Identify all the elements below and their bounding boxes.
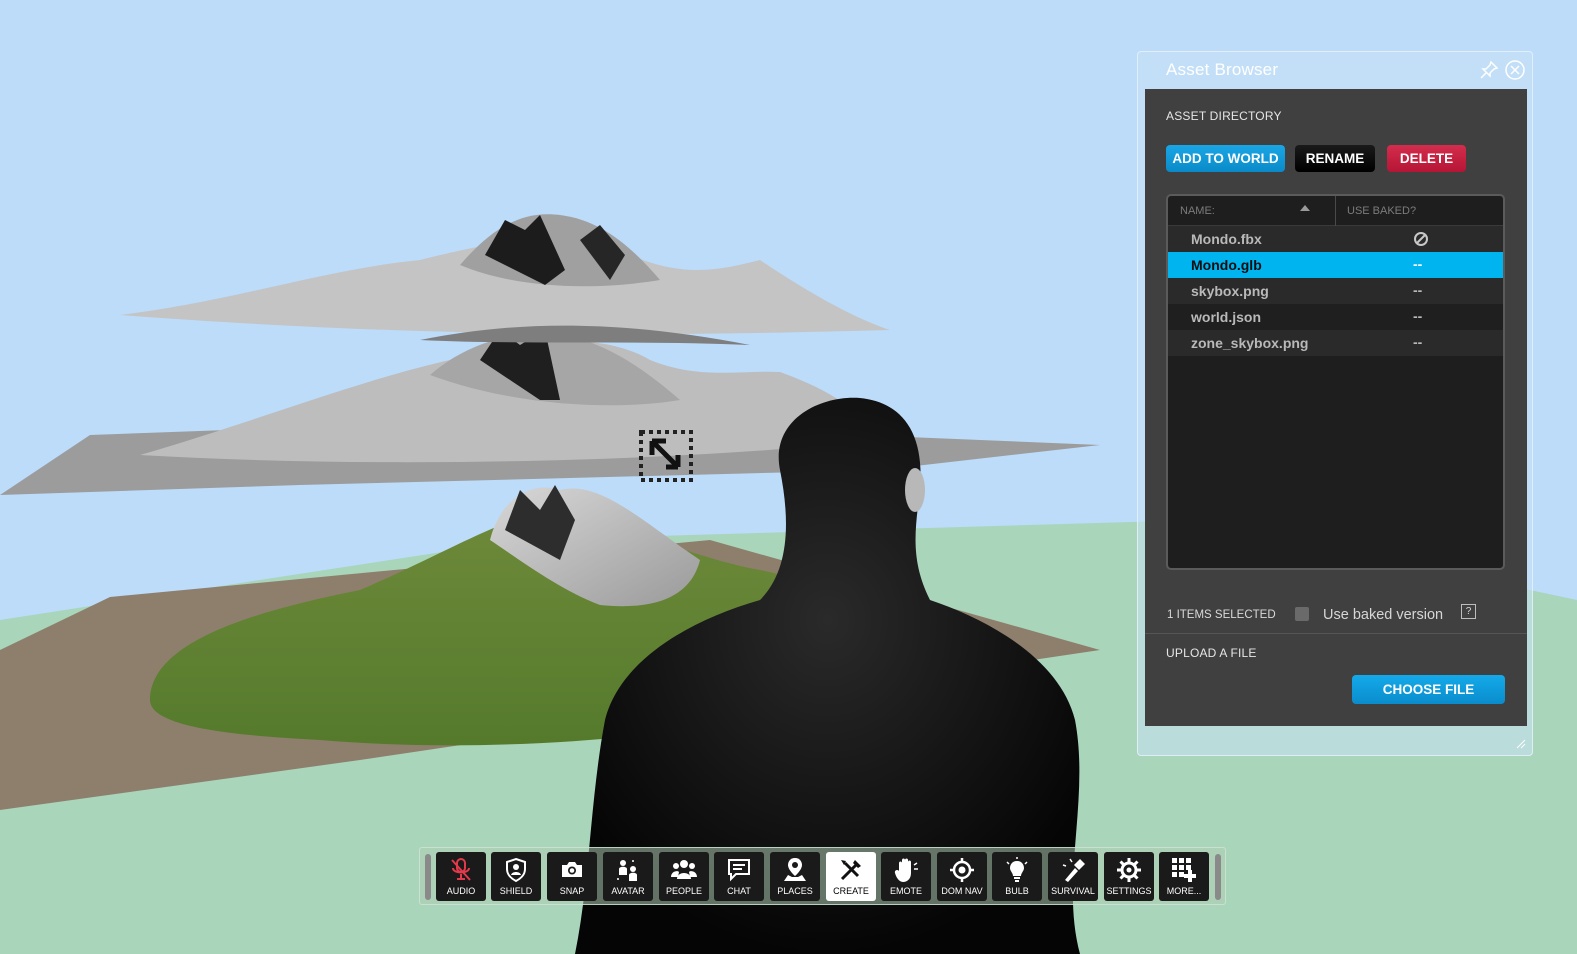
row-use-baked: -- <box>1413 308 1423 324</box>
avatar-icon <box>617 860 637 881</box>
table-row[interactable]: zone_skybox.png -- <box>1168 330 1503 356</box>
flashlight-icon <box>1062 858 1085 882</box>
close-icon[interactable] <box>1504 59 1526 81</box>
toolbar-dom-nav-button[interactable]: DOM NAV <box>937 852 987 901</box>
toolbar-places-button[interactable]: PLACES <box>770 852 820 901</box>
toolbar-snap-button[interactable]: SNAP <box>547 852 597 901</box>
table-row[interactable]: skybox.png -- <box>1168 278 1503 304</box>
toolbar-create-button[interactable]: CREATE <box>826 852 876 901</box>
bulb-icon <box>1006 857 1028 882</box>
toolbar-label: AVATAR <box>611 886 645 896</box>
row-use-baked: -- <box>1413 256 1423 272</box>
toolbar-shield-button[interactable]: SHIELD <box>491 852 541 901</box>
toolbar-survival-button[interactable]: SURVIVAL <box>1048 852 1098 901</box>
row-name: world.json <box>1191 309 1261 325</box>
column-header-name[interactable]: NAME: <box>1180 205 1215 217</box>
column-divider[interactable] <box>1335 196 1336 226</box>
target-icon <box>950 858 974 882</box>
items-selected-count: 1 ITEMS SELECTED <box>1167 609 1276 621</box>
use-baked-checkbox[interactable] <box>1295 607 1309 621</box>
toolbar-settings-button[interactable]: SETTINGS <box>1104 852 1154 901</box>
shield-icon <box>506 857 526 883</box>
use-baked-label[interactable]: Use baked version <box>1323 607 1443 623</box>
pin-icon[interactable] <box>1478 59 1500 81</box>
section-divider <box>1145 633 1527 634</box>
rename-button[interactable]: RENAME <box>1295 145 1375 172</box>
toolbar-label: BULB <box>1005 886 1029 896</box>
row-name: Mondo.fbx <box>1191 231 1262 247</box>
toolbar-label: SURVIVAL <box>1051 886 1095 896</box>
muted-mic-icon <box>451 858 471 881</box>
toolbar-emote-button[interactable]: EMOTE <box>881 852 931 901</box>
row-name: skybox.png <box>1191 283 1269 299</box>
toolbar-label: EMOTE <box>889 886 922 896</box>
toolbar-label: SETTINGS <box>1106 886 1152 896</box>
resize-cursor-icon <box>639 430 693 482</box>
delete-button[interactable]: DELETE <box>1387 145 1466 172</box>
toolbar-label: CHAT <box>727 886 751 896</box>
toolbar-label: SHIELD <box>499 886 533 896</box>
toolbar-audio-button[interactable]: AUDIO <box>436 852 486 901</box>
places-icon <box>784 858 806 881</box>
window-title: Asset Browser <box>1166 60 1279 79</box>
table-header: NAME: USE BAKED? <box>1168 196 1503 226</box>
toolbar-label: MORE... <box>1166 886 1202 896</box>
toolbar-drag-handle-right[interactable] <box>1215 854 1221 900</box>
toolbar-label: CREATE <box>833 886 869 896</box>
asset-browser-window: Asset Browser ASSET DIRECTORY ADD TO WOR… <box>1137 51 1533 756</box>
table-row[interactable]: world.json -- <box>1168 304 1503 330</box>
toolbar-people-button[interactable]: PEOPLE <box>659 852 709 901</box>
more-apps-icon <box>1172 858 1196 882</box>
row-use-baked: -- <box>1413 282 1423 298</box>
toolbar-drag-handle-left[interactable] <box>425 854 431 900</box>
chat-icon <box>728 859 750 882</box>
toolbar-label: AUDIO <box>446 886 476 896</box>
hand-icon <box>894 858 918 882</box>
sort-ascending-icon[interactable] <box>1300 205 1310 211</box>
toolbar-label: SNAP <box>559 886 585 896</box>
bottom-toolbar: AUDIO SHIELD SNAP AVATAR PEOPLE CHAT PLA… <box>419 847 1226 905</box>
camera-icon <box>562 862 582 877</box>
row-use-baked: -- <box>1413 334 1423 350</box>
toolbar-more-button[interactable]: MORE... <box>1159 852 1209 901</box>
toolbar-chat-button[interactable]: CHAT <box>714 852 764 901</box>
choose-file-button[interactable]: CHOOSE FILE <box>1352 675 1505 704</box>
window-titlebar[interactable]: Asset Browser <box>1138 52 1532 88</box>
asset-browser-panel: ASSET DIRECTORY ADD TO WORLD RENAME DELE… <box>1145 89 1527 726</box>
asset-directory-label: ASSET DIRECTORY <box>1166 109 1282 123</box>
add-to-world-button[interactable]: ADD TO WORLD <box>1166 145 1285 172</box>
people-icon <box>671 860 697 879</box>
gear-icon <box>1117 858 1141 882</box>
table-row[interactable]: Mondo.fbx <box>1168 226 1503 252</box>
row-name: zone_skybox.png <box>1191 335 1309 351</box>
upload-file-label: UPLOAD A FILE <box>1166 646 1257 660</box>
column-header-use-baked[interactable]: USE BAKED? <box>1347 205 1416 217</box>
not-available-icon <box>1414 232 1428 246</box>
resize-handle-icon[interactable] <box>1514 737 1526 749</box>
create-tools-icon <box>840 860 861 881</box>
table-row-selected[interactable]: Mondo.glb -- <box>1168 252 1503 278</box>
toolbar-bulb-button[interactable]: BULB <box>992 852 1042 901</box>
toolbar-label: PLACES <box>777 886 813 896</box>
asset-table: NAME: USE BAKED? Mondo.fbx Mondo.glb -- … <box>1166 194 1505 570</box>
row-name: Mondo.glb <box>1191 257 1262 273</box>
toolbar-label: PEOPLE <box>665 886 703 896</box>
help-icon[interactable]: ? <box>1461 604 1476 619</box>
toolbar-avatar-button[interactable]: AVATAR <box>603 852 653 901</box>
toolbar-label: DOM NAV <box>941 886 983 896</box>
